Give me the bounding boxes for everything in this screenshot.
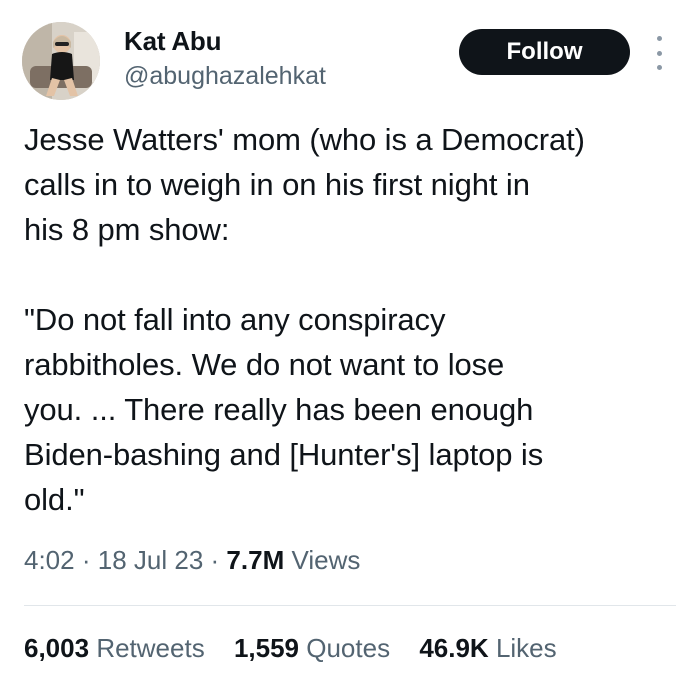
views-count: 7.7M: [226, 545, 285, 575]
more-dot: [656, 65, 662, 70]
more-dot: [656, 50, 662, 56]
likes-count: 46.9K: [419, 633, 489, 663]
quotes-count: 1,559: [233, 633, 300, 663]
tweet-meta: 4:02 · 18 Jul 23 · 7.7M Views: [24, 545, 360, 576]
retweets-count: 6,003: [24, 633, 90, 663]
likes-label: Likes: [495, 633, 557, 663]
views-label: Views: [291, 545, 361, 575]
avatar[interactable]: [22, 22, 100, 100]
quotes-stat[interactable]: 1,559 Quotes: [234, 633, 390, 663]
meta-separator: ·: [210, 545, 220, 575]
quotes-label: Quotes: [306, 633, 391, 663]
divider: [24, 605, 676, 606]
follow-button[interactable]: Follow: [459, 29, 630, 75]
retweets-stat[interactable]: 6,003 Retweets: [24, 633, 205, 663]
tweet-time[interactable]: 4:02: [24, 545, 75, 575]
likes-stat[interactable]: 46.9K Likes: [419, 633, 556, 663]
author-handle[interactable]: @abughazalehkat: [124, 62, 326, 91]
tweet-text: Jesse Watters' mom (who is a Democrat) c…: [24, 122, 585, 517]
more-options-icon[interactable]: [650, 36, 668, 70]
retweets-label: Retweets: [96, 633, 205, 663]
avatar-image: [22, 22, 100, 100]
meta-separator: ·: [81, 545, 91, 575]
tweet-stats: 6,003 Retweets 1,559 Quotes 46.9K Likes: [24, 633, 579, 664]
tweet-date[interactable]: 18 Jul 23: [98, 545, 204, 575]
more-dot: [656, 36, 662, 41]
author-name[interactable]: Kat Abu: [124, 26, 221, 57]
tweet-header: Kat Abu @abughazalehkat Follow: [0, 0, 700, 110]
